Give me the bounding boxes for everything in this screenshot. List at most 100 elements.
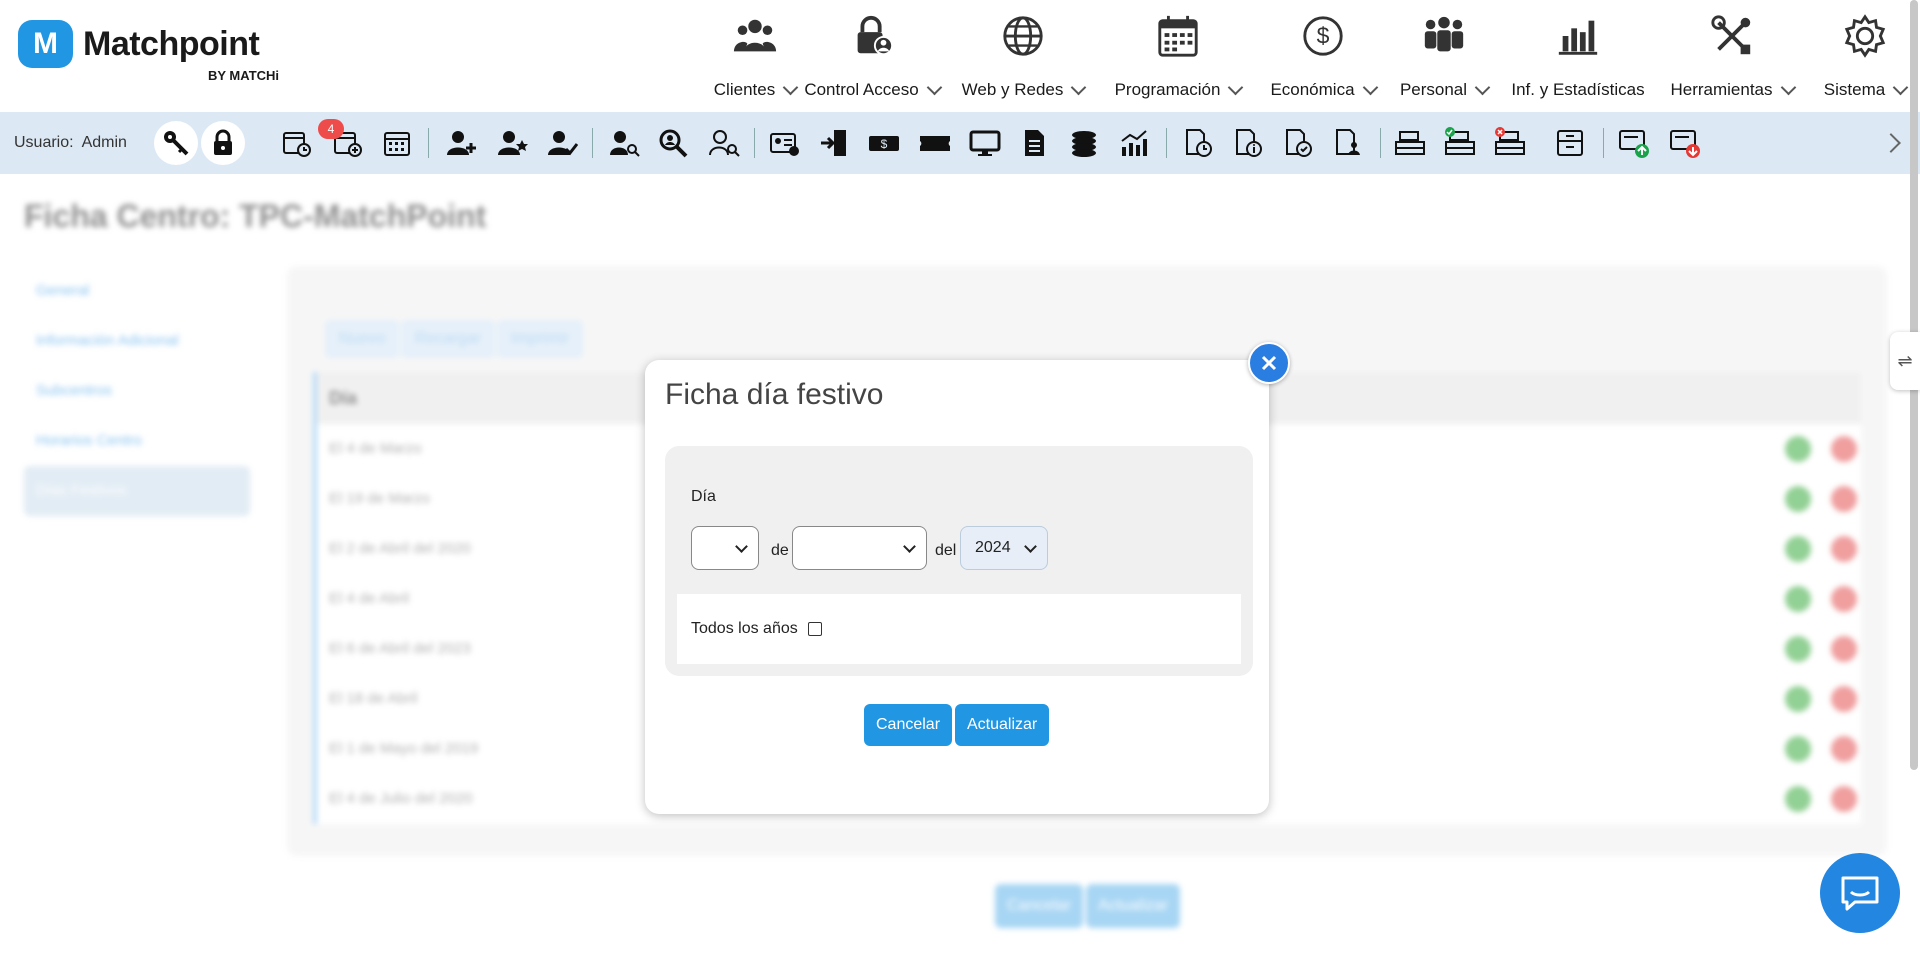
nav-label: Herramientas	[1670, 80, 1773, 99]
document-user-icon	[1336, 129, 1360, 155]
nav-personal[interactable]: Personal	[1398, 10, 1491, 110]
document-check-icon	[1286, 129, 1312, 157]
document-button[interactable]	[1012, 121, 1056, 165]
coins-button[interactable]	[1062, 121, 1106, 165]
chevron-down-icon	[1362, 79, 1378, 95]
lock-button[interactable]	[201, 121, 245, 165]
nav-label: Programación	[1114, 80, 1221, 99]
dollar-icon: $	[1297, 10, 1349, 62]
nav-herramientas[interactable]: Herramientas	[1668, 10, 1796, 110]
all-years-row: Todos los años	[677, 594, 1241, 664]
user-search-button[interactable]	[602, 121, 646, 165]
nav-label: Web y Redes	[961, 80, 1064, 99]
user-prefix: Usuario:	[14, 134, 74, 151]
calendar-grid-icon	[384, 132, 410, 156]
monitor-button[interactable]	[963, 121, 1007, 165]
ticket-icon	[920, 136, 950, 151]
toolbar-divider	[428, 128, 429, 158]
screen-upload-icon	[1619, 130, 1649, 158]
id-card-button[interactable]	[763, 121, 807, 165]
calendar-clock-button[interactable]	[275, 121, 319, 165]
chat-button[interactable]	[1820, 853, 1900, 933]
year-select[interactable]: 2024	[960, 526, 1048, 570]
calendar-button[interactable]	[375, 121, 419, 165]
doc-info-button[interactable]	[1226, 121, 1270, 165]
nav-economica[interactable]: $ Económica	[1268, 10, 1378, 110]
nav-label: Sistema	[1823, 80, 1886, 99]
collapse-icon: ⇌	[1897, 350, 1913, 371]
key-button[interactable]	[154, 121, 198, 165]
chevron-down-icon	[782, 79, 799, 95]
chevron-down-icon	[903, 540, 916, 553]
quick-toolbar: Usuario: Admin $	[0, 112, 1920, 174]
nav-label: Control Acceso	[804, 80, 919, 99]
word-del: del	[935, 542, 957, 559]
document-info-icon	[1236, 129, 1262, 157]
ticket-button[interactable]	[913, 121, 957, 165]
entry-button[interactable]	[812, 121, 856, 165]
close-icon	[1261, 355, 1277, 371]
day-select[interactable]	[691, 526, 759, 570]
user-name: Admin	[81, 134, 127, 151]
users-group-icon	[729, 10, 781, 62]
id-card-icon	[770, 133, 799, 156]
nav-clientes[interactable]: Clientes	[700, 10, 810, 110]
cash-icon: $	[869, 136, 899, 151]
user-search-icon	[610, 131, 640, 157]
modal-form-box: Día de del 2024 Todos los años	[665, 446, 1253, 676]
nav-programacion[interactable]: Programación	[1114, 10, 1244, 110]
notification-badge: 4	[318, 119, 344, 139]
chevron-down-icon	[1474, 79, 1491, 95]
cancel-button[interactable]: Cancelar	[864, 704, 953, 746]
nav-web-y-redes[interactable]: Web y Redes	[962, 10, 1087, 110]
month-select[interactable]	[792, 526, 927, 570]
user-star-button[interactable]	[490, 121, 534, 165]
user-plus-icon	[447, 131, 476, 155]
advanced-search-button[interactable]	[651, 121, 695, 165]
add-user-button[interactable]	[439, 121, 483, 165]
all-years-label: Todos los años	[691, 620, 798, 637]
nav-label: Económica	[1270, 80, 1355, 99]
door-enter-icon	[821, 130, 846, 156]
update-button[interactable]: Actualizar	[955, 704, 1050, 746]
nav-inf-estadisticas[interactable]: Inf. y Estadísticas	[1510, 10, 1646, 110]
nav-control-acceso[interactable]: Control Acceso	[804, 10, 942, 110]
upload-button[interactable]	[1612, 121, 1656, 165]
cash-button[interactable]: $	[862, 121, 906, 165]
register-close-button[interactable]	[1488, 121, 1532, 165]
register-open-button[interactable]	[1438, 121, 1482, 165]
user-find-button[interactable]	[702, 121, 746, 165]
chevron-down-icon	[1892, 79, 1909, 95]
doc-check-button[interactable]	[1276, 121, 1320, 165]
drawer-icon	[1557, 130, 1583, 156]
calendar-clock-icon	[283, 132, 311, 157]
drawer-button[interactable]	[1548, 121, 1592, 165]
toolbar-divider	[1380, 128, 1381, 158]
nav-label: Personal	[1399, 80, 1468, 99]
chevron-down-icon	[1228, 79, 1244, 95]
trend-chart-icon	[1121, 130, 1147, 156]
toolbar-divider	[1603, 128, 1604, 158]
doc-user-button[interactable]	[1326, 121, 1370, 165]
bar-chart-icon	[1552, 10, 1604, 62]
screen-download-icon	[1670, 130, 1700, 158]
chevron-down-icon	[1071, 79, 1087, 95]
doc-clock-button[interactable]	[1176, 121, 1220, 165]
toolbar-divider	[754, 128, 755, 158]
close-button[interactable]	[1248, 342, 1290, 384]
register-button[interactable]	[1388, 121, 1432, 165]
monitor-icon	[969, 130, 1001, 156]
chevron-down-icon	[926, 79, 942, 95]
top-header: M Matchpoint BY MATCHi Clientes Control …	[0, 0, 1920, 112]
user-check-button[interactable]	[540, 121, 584, 165]
toolbar-scroll-right-icon[interactable]	[1881, 133, 1901, 153]
all-years-checkbox[interactable]	[807, 622, 822, 636]
download-button[interactable]	[1663, 121, 1707, 165]
cash-register-icon	[1395, 131, 1425, 155]
nav-sistema[interactable]: Sistema	[1820, 10, 1910, 110]
calendar-icon	[1152, 10, 1204, 62]
svg-text:$: $	[1317, 23, 1330, 49]
side-panel-tab[interactable]: ⇌	[1890, 332, 1920, 390]
search-user-icon	[659, 129, 688, 158]
trend-chart-button[interactable]	[1112, 121, 1156, 165]
